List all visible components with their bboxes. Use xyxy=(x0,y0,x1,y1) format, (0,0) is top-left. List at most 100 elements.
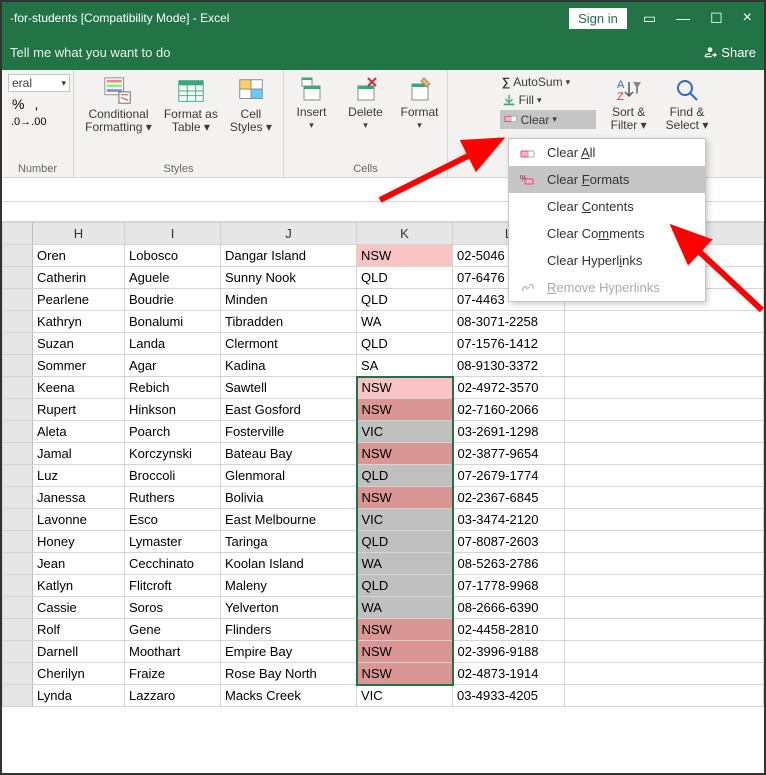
cell[interactable]: WA xyxy=(357,597,453,619)
cell[interactable]: NSW xyxy=(357,377,453,399)
cell[interactable]: Korczynski xyxy=(125,443,221,465)
cell[interactable]: Bolivia xyxy=(221,487,357,509)
maximize-icon[interactable]: ☐ xyxy=(706,10,727,27)
cell[interactable]: 07-1778-9968 xyxy=(453,575,565,597)
row-header[interactable] xyxy=(3,531,33,553)
signin-button[interactable]: Sign in xyxy=(569,8,627,29)
cell[interactable]: Kadina xyxy=(221,355,357,377)
cell[interactable] xyxy=(565,333,764,355)
cell[interactable]: NSW xyxy=(357,443,453,465)
cell[interactable]: Bateau Bay xyxy=(221,443,357,465)
minimize-icon[interactable]: — xyxy=(672,10,694,26)
cell[interactable]: VIC xyxy=(357,685,453,707)
cell[interactable]: Rupert xyxy=(33,399,125,421)
cell[interactable]: 02-3877-9654 xyxy=(453,443,565,465)
cell[interactable]: 07-1576-1412 xyxy=(453,333,565,355)
cell[interactable]: Sommer xyxy=(33,355,125,377)
cell[interactable]: Flitcroft xyxy=(125,575,221,597)
row-header-corner[interactable] xyxy=(3,223,33,245)
cell[interactable]: Minden xyxy=(221,289,357,311)
row-header[interactable] xyxy=(3,245,33,267)
cell[interactable] xyxy=(565,597,764,619)
ribbon-display-icon[interactable]: ▭ xyxy=(639,10,660,27)
clear-formats-item[interactable]: % Clear Formats xyxy=(509,166,705,193)
cell[interactable]: Oren xyxy=(33,245,125,267)
cell[interactable]: Sawtell xyxy=(221,377,357,399)
cell[interactable]: Boudrie xyxy=(125,289,221,311)
cell[interactable]: Moothart xyxy=(125,641,221,663)
cell[interactable]: Jamal xyxy=(33,443,125,465)
cell[interactable]: NSW xyxy=(357,399,453,421)
cell[interactable]: Rebich xyxy=(125,377,221,399)
cell[interactable]: 08-3071-2258 xyxy=(453,311,565,333)
row-header[interactable] xyxy=(3,377,33,399)
cell[interactable] xyxy=(565,487,764,509)
cell[interactable]: Agar xyxy=(125,355,221,377)
cell[interactable]: Aguele xyxy=(125,267,221,289)
cell[interactable]: Dangar Island xyxy=(221,245,357,267)
tell-me-input[interactable]: Tell me what you want to do xyxy=(10,45,170,60)
cell[interactable]: QLD xyxy=(357,289,453,311)
cell[interactable]: East Melbourne xyxy=(221,509,357,531)
row-header[interactable] xyxy=(3,553,33,575)
cell[interactable]: NSW xyxy=(357,619,453,641)
share-button[interactable]: Share xyxy=(703,45,756,60)
comma-button[interactable]: , xyxy=(30,96,42,112)
row-header[interactable] xyxy=(3,421,33,443)
cell[interactable]: QLD xyxy=(357,333,453,355)
cell[interactable]: Yelverton xyxy=(221,597,357,619)
cell[interactable]: Lymaster xyxy=(125,531,221,553)
row-header[interactable] xyxy=(3,685,33,707)
cell[interactable]: Aleta xyxy=(33,421,125,443)
cell[interactable]: Lynda xyxy=(33,685,125,707)
cell[interactable]: Catherin xyxy=(33,267,125,289)
autosum-button[interactable]: ∑ AutoSum ▾ xyxy=(500,74,596,90)
cell[interactable]: QLD xyxy=(357,531,453,553)
cell[interactable]: Macks Creek xyxy=(221,685,357,707)
cell[interactable]: Darnell xyxy=(33,641,125,663)
row-header[interactable] xyxy=(3,333,33,355)
cell[interactable]: Gene xyxy=(125,619,221,641)
cell[interactable]: QLD xyxy=(357,267,453,289)
sort-filter-button[interactable]: AZ Sort & Filter ▾ xyxy=(604,74,654,134)
cell[interactable] xyxy=(565,377,764,399)
row-header[interactable] xyxy=(3,663,33,685)
cell[interactable]: 03-2691-1298 xyxy=(453,421,565,443)
row-header[interactable] xyxy=(3,641,33,663)
cell[interactable]: 02-4458-2810 xyxy=(453,619,565,641)
row-header[interactable] xyxy=(3,311,33,333)
cell[interactable]: NSW xyxy=(357,641,453,663)
cell[interactable]: Lavonne xyxy=(33,509,125,531)
row-header[interactable] xyxy=(3,487,33,509)
cell[interactable]: Cassie xyxy=(33,597,125,619)
cell[interactable] xyxy=(565,531,764,553)
cell[interactable]: 07-2679-1774 xyxy=(453,465,565,487)
cell[interactable]: Jean xyxy=(33,553,125,575)
cell[interactable]: 03-3474-2120 xyxy=(453,509,565,531)
cell[interactable]: Maleny xyxy=(221,575,357,597)
cell[interactable] xyxy=(565,641,764,663)
cell[interactable]: WA xyxy=(357,553,453,575)
row-header[interactable] xyxy=(3,597,33,619)
number-format-dropdown[interactable]: eral ▾ xyxy=(8,74,70,92)
cell[interactable]: WA xyxy=(357,311,453,333)
cell[interactable]: Katlyn xyxy=(33,575,125,597)
cell[interactable] xyxy=(565,465,764,487)
cell[interactable]: Empire Bay xyxy=(221,641,357,663)
column-header[interactable]: H xyxy=(33,223,125,245)
cell[interactable]: NSW xyxy=(357,487,453,509)
insert-button[interactable]: Insert▾ xyxy=(287,74,337,133)
cell[interactable]: Luz xyxy=(33,465,125,487)
cell[interactable]: Rose Bay North xyxy=(221,663,357,685)
clear-contents-item[interactable]: Clear Contents xyxy=(509,193,705,220)
format-as-table-button[interactable]: Format as Table ▾ xyxy=(160,74,222,136)
row-header[interactable] xyxy=(3,355,33,377)
cell[interactable]: VIC xyxy=(357,509,453,531)
cell[interactable]: Fosterville xyxy=(221,421,357,443)
cell[interactable]: Janessa xyxy=(33,487,125,509)
cell[interactable] xyxy=(565,443,764,465)
cell[interactable]: Fraize xyxy=(125,663,221,685)
cell[interactable]: Suzan xyxy=(33,333,125,355)
cell[interactable]: VIC xyxy=(357,421,453,443)
cell[interactable]: Lazzaro xyxy=(125,685,221,707)
